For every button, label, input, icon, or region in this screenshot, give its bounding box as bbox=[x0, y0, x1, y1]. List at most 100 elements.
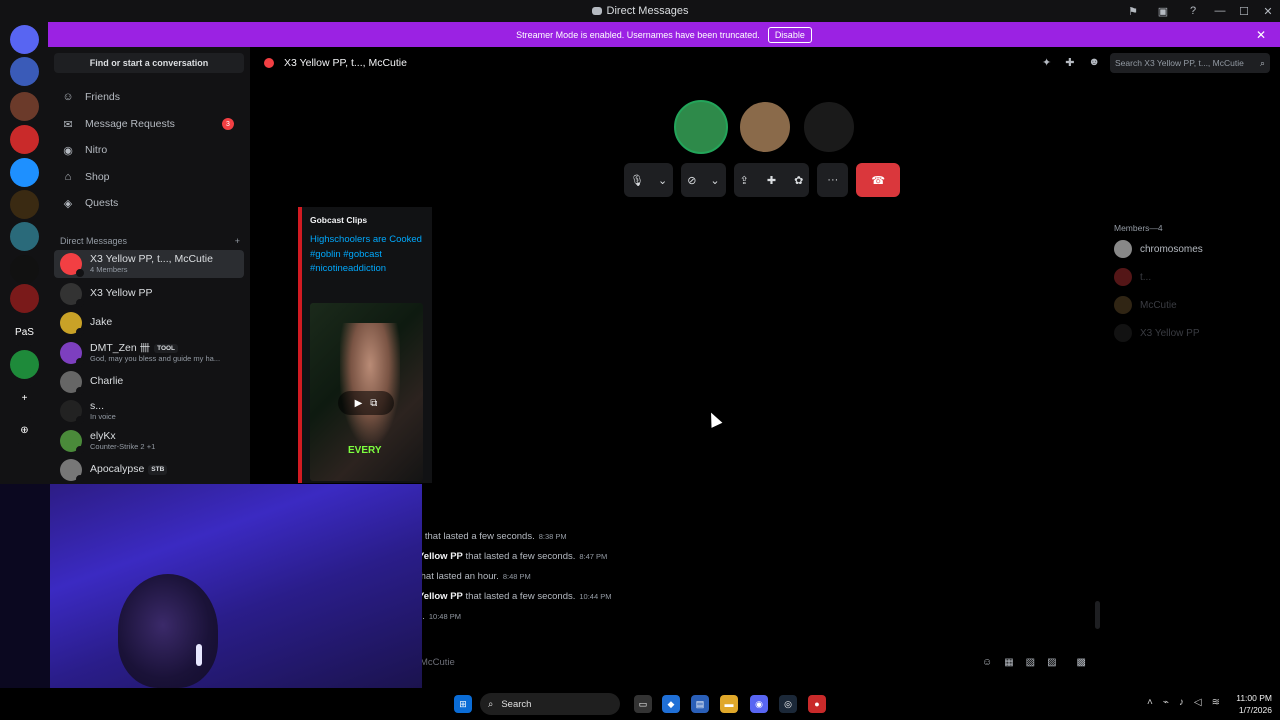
speaker-icon[interactable]: ◁ bbox=[1194, 697, 1202, 708]
chevron-down-icon[interactable]: ⌄ bbox=[710, 174, 719, 187]
screen-share-icon[interactable]: ⇪ bbox=[740, 174, 749, 187]
clock[interactable]: 11:00 PM 1/7/2026 bbox=[1236, 692, 1272, 716]
find-conversation-button[interactable]: Find or start a conversation bbox=[54, 53, 244, 73]
pin-icon[interactable]: ✦ bbox=[1042, 56, 1051, 69]
dm-item[interactable]: s... In voice bbox=[54, 397, 244, 425]
server-icon[interactable] bbox=[10, 158, 39, 187]
dm-item[interactable]: Apocalypse STB bbox=[54, 456, 244, 484]
mic-tray-icon[interactable]: ♪ bbox=[1179, 697, 1184, 708]
nav-item-message-requests[interactable]: ✉ Message Requests 3 bbox=[54, 112, 244, 136]
dm-item[interactable]: elyKx Counter-Strike 2 +1 bbox=[54, 427, 244, 455]
wifi-icon[interactable]: ≋ bbox=[1212, 697, 1220, 708]
gift-icon[interactable]: ▩ bbox=[1077, 657, 1086, 668]
video-caption: EVERY bbox=[348, 445, 382, 456]
participant-avatar[interactable] bbox=[674, 100, 728, 154]
status-indicator bbox=[76, 358, 84, 366]
add-member-icon[interactable]: ✚ bbox=[1065, 56, 1074, 69]
member-list: Members—4 chromosomes t... McCutie X3 Yello… bbox=[1110, 207, 1280, 647]
scrollbar[interactable] bbox=[1095, 601, 1100, 629]
soundboard-icon[interactable]: ✿ bbox=[794, 174, 803, 187]
inbox-icon[interactable]: ⚑ bbox=[1118, 0, 1148, 22]
more-group[interactable]: ··· bbox=[817, 163, 849, 197]
server-icon[interactable]: PaS bbox=[10, 318, 39, 347]
participant-avatar[interactable] bbox=[802, 100, 856, 154]
chevron-down-icon[interactable]: ⌄ bbox=[658, 174, 667, 187]
server-icon[interactable] bbox=[10, 125, 39, 154]
channel-title: X3 Yellow PP, t..., McCutie bbox=[284, 57, 407, 69]
hang-up-button[interactable]: ☎ bbox=[856, 163, 901, 197]
phone-hangup-icon: ☎ bbox=[871, 174, 886, 187]
camera-group[interactable]: ⊘ ⌄ bbox=[681, 163, 726, 197]
server-icon[interactable] bbox=[10, 350, 39, 379]
call-log-text: that lasted an hour. bbox=[418, 571, 499, 582]
chat-header: X3 Yellow PP, t..., McCutie ✦ ✚ ☻ Search… bbox=[250, 47, 1280, 79]
server-icon[interactable]: ⊕ bbox=[10, 416, 39, 445]
call-log-text: that lasted a few seconds. bbox=[462, 591, 576, 602]
server-icon[interactable] bbox=[10, 255, 39, 284]
server-icon[interactable] bbox=[10, 92, 39, 121]
copilot-icon[interactable]: ◆ bbox=[662, 695, 680, 713]
dm-text: elyKx Counter-Strike 2 +1 bbox=[90, 431, 155, 451]
dm-item[interactable]: X3 Yellow PP bbox=[54, 280, 244, 308]
member-item[interactable]: X3 Yellow PP bbox=[1114, 321, 1274, 345]
activity-group[interactable]: ⇪ ✚ ✿ bbox=[733, 163, 810, 197]
member-item[interactable]: t... bbox=[1114, 265, 1274, 289]
window-title: Direct Messages bbox=[591, 5, 688, 17]
dm-item[interactable]: Jake bbox=[54, 309, 244, 337]
embed-video-thumbnail[interactable]: ▶ ⧉ EVERY bbox=[310, 303, 423, 481]
chevron-up-icon[interactable]: ˄ bbox=[1147, 697, 1153, 708]
discord-taskbar-icon[interactable]: ◉ bbox=[750, 695, 768, 713]
dm-item[interactable]: X3 Yellow PP, t..., McCutie 4 Members bbox=[54, 250, 244, 278]
members-icon[interactable]: ☻ bbox=[1088, 56, 1100, 69]
help-icon[interactable]: ? bbox=[1178, 0, 1208, 22]
search-input[interactable]: Search X3 Yellow PP, t..., McCutie ⌕ bbox=[1110, 53, 1270, 73]
member-item[interactable]: chromosomes bbox=[1114, 237, 1274, 261]
embed-provider[interactable]: Gobcast Clips bbox=[310, 215, 424, 225]
start-icon[interactable]: ⊞ bbox=[454, 695, 472, 713]
server-icon[interactable] bbox=[10, 284, 39, 313]
more-icon[interactable]: ··· bbox=[827, 174, 838, 186]
disable-button[interactable]: Disable bbox=[767, 26, 812, 43]
store-icon[interactable]: ▤ bbox=[691, 695, 709, 713]
add-dm-button[interactable]: + bbox=[235, 236, 240, 246]
dm-item[interactable]: Charlie bbox=[54, 368, 244, 396]
dm-item[interactable]: DMT_Zen 卌 TOOL God, may you bless and guid… bbox=[54, 339, 244, 367]
dm-name-text: Apocalypse bbox=[90, 464, 145, 476]
task-view-icon[interactable]: ▭ bbox=[634, 695, 652, 713]
mic-group[interactable]: 🎙 ⌄ bbox=[624, 163, 674, 197]
gif-icon[interactable]: ▦ bbox=[1004, 657, 1013, 668]
server-icon[interactable] bbox=[10, 57, 39, 86]
close-button[interactable]: ✕ bbox=[1256, 0, 1280, 22]
server-icon[interactable] bbox=[10, 190, 39, 219]
activities-icon[interactable]: ✚ bbox=[767, 174, 776, 187]
nav-item-nitro[interactable]: ◉ Nitro bbox=[54, 138, 244, 162]
taskbar-search[interactable]: ⌕ Search bbox=[480, 693, 620, 715]
status-indicator bbox=[76, 475, 84, 483]
emoji-icon[interactable]: ☺ bbox=[982, 657, 992, 668]
nav-item-friends[interactable]: ☺ Friends bbox=[54, 85, 244, 109]
maximize-button[interactable]: ☐ bbox=[1232, 0, 1256, 22]
friends-icon: ☺ bbox=[62, 91, 74, 103]
image-icon[interactable]: ▨ bbox=[1047, 657, 1056, 668]
steam-icon[interactable]: ◎ bbox=[779, 695, 797, 713]
camera-off-icon[interactable]: ⊘ bbox=[687, 174, 696, 187]
avatar bbox=[1114, 296, 1132, 314]
app-icon[interactable]: ● bbox=[808, 695, 826, 713]
microphone-icon[interactable]: 🎙 bbox=[630, 174, 644, 187]
participant-avatar[interactable] bbox=[738, 100, 792, 154]
network-icon[interactable]: ⌁ bbox=[1163, 697, 1169, 708]
minimize-button[interactable]: — bbox=[1208, 0, 1232, 22]
dm-name-text: s... bbox=[90, 401, 105, 413]
folder-icon[interactable]: ▬ bbox=[720, 695, 738, 713]
server-icon[interactable] bbox=[10, 25, 39, 54]
nav-item-shop[interactable]: ⌂ Shop bbox=[54, 165, 244, 189]
member-item[interactable]: McCutie bbox=[1114, 293, 1274, 317]
nav-item-quests[interactable]: ◈ Quests bbox=[54, 191, 244, 215]
server-icon[interactable]: + bbox=[10, 384, 39, 413]
screen-icon[interactable]: ▣ bbox=[1148, 0, 1178, 22]
close-icon[interactable]: ✕ bbox=[1256, 28, 1266, 42]
embed-title[interactable]: Highschoolers are Cooked #goblin #gobcas… bbox=[310, 233, 424, 277]
sticker-icon[interactable]: ▧ bbox=[1026, 657, 1035, 668]
play-button[interactable]: ▶ ⧉ bbox=[338, 391, 394, 415]
server-icon[interactable] bbox=[10, 222, 39, 251]
